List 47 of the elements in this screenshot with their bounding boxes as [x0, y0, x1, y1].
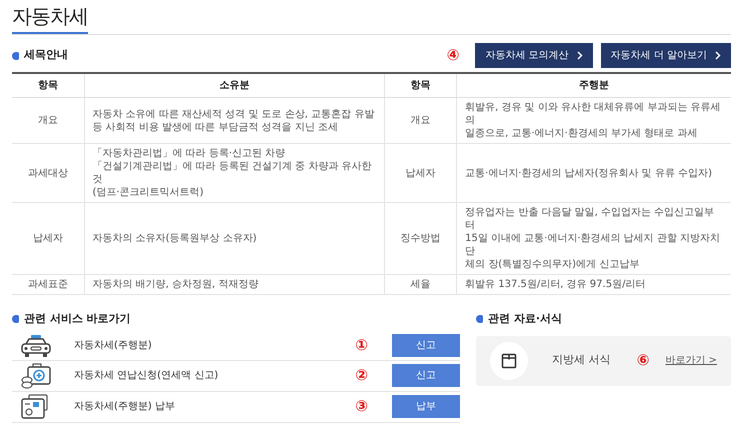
shortcut-link[interactable]: 바로가기 >: [665, 353, 717, 368]
table-cell: 과세표준: [12, 274, 84, 294]
table-cell: 자동차의 배기량, 승차정원, 적재정량: [84, 274, 385, 294]
medical-kit-icon: [20, 362, 52, 388]
table-cell: 교통·에너지·환경세의 납세자(정유회사 및 유류 수입자): [456, 144, 731, 202]
table-cell: 정유업자는 반출 다음달 말일, 수입업자는 수입신고일부터 15일 이내에 교통·에너지·환경세의 납세지 관할 지방자치단 체의 장(특별징수의무자)에게 신고납부: [456, 202, 731, 274]
column-header: 항목: [12, 73, 84, 98]
bullet-icon: [12, 52, 19, 60]
service-title: 자동차세(주행분): [73, 339, 153, 353]
action-button[interactable]: 납부: [392, 395, 460, 418]
action-button[interactable]: 신고: [392, 364, 460, 387]
table-cell: 납세자: [12, 202, 84, 274]
table-cell: 징수방법: [384, 202, 457, 274]
chevron-right-icon: [715, 51, 721, 60]
annotation-marker: ②: [355, 368, 368, 383]
section-heading: 관련 자료·서식: [488, 311, 562, 327]
nav-button[interactable]: 자동차세 더 알아보기: [600, 43, 731, 68]
table-cell: 자동차의 소유자(등록원부상 소유자): [84, 202, 385, 274]
column-header: 소유분: [84, 73, 385, 98]
table-cell: 휘발유, 경유 및 이와 유사한 대체유류에 부과되는 유류세의 일종으로, 교통·에너지·환경세의 부가세 형태로 과세: [456, 98, 731, 144]
section-heading: 관련 서비스 바로가기: [24, 311, 131, 327]
service-title: 자동차세 연납신청(연세액 신고): [73, 369, 220, 383]
annotation-marker: ③: [355, 399, 368, 414]
annotation-marker: ④: [446, 48, 460, 63]
table-cell: 자동차 소유에 따른 재산세적 성격 및 도로 손상, 교통혼잡 유발 등 사회적 비용 발생에 따른 부담금적 성격을 지닌 조세: [84, 98, 385, 144]
table-cell: 휘발유 137.5원/리터, 경유 97.5원/리터: [456, 274, 731, 294]
annotation-marker: ⑥: [636, 353, 650, 368]
nav-button[interactable]: 자동차세 모의계산: [475, 43, 593, 68]
table-cell: 개요: [12, 98, 84, 144]
service-title: 자동차세(주행분) 납부: [73, 400, 176, 414]
table-cell: 세율: [384, 274, 457, 294]
document-icon: [501, 352, 517, 368]
chevron-right-icon: [576, 51, 583, 60]
table-cell: 개요: [384, 98, 457, 144]
table-cell: 「자동차관리법」에 따라 등록·신고된 차량 「건설기계관리법」에 따라 등록된 건설기계 중 차량과 유사한 것 (덤프·콘크리트믹서트럭): [84, 144, 385, 202]
page-title: 자동차세: [12, 0, 88, 34]
resource-title: 지방세 서식: [552, 352, 612, 368]
table-cell: 납세자: [384, 144, 457, 202]
bullet-icon: [476, 315, 483, 324]
bullet-icon: [12, 315, 19, 324]
table-cell: 과세대상: [12, 144, 84, 202]
column-header: 주행분: [456, 73, 731, 98]
annotation-marker: ①: [355, 338, 368, 353]
column-header: 항목: [384, 73, 457, 98]
action-button[interactable]: 신고: [392, 334, 460, 357]
section-heading: 세목안내: [24, 47, 68, 64]
taxi-icon: [20, 334, 52, 358]
